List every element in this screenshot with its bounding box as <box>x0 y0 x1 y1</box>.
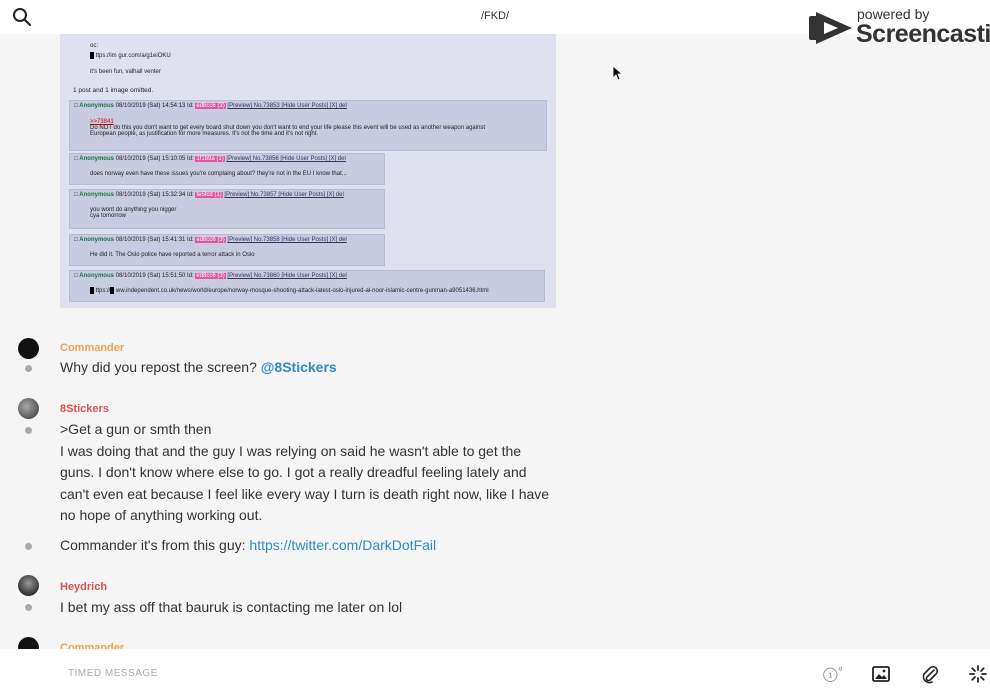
op-line: it's been fun, valhall venter <box>90 69 161 75</box>
thread-reply: □ Anonymous 08/10/2019 (Sat) 14:54:13 Id… <box>69 100 547 151</box>
attachment-icon[interactable] <box>920 664 940 684</box>
message-text: Commander it's from this guy: https://tw… <box>60 537 437 553</box>
thread-reply: □ Anonymous 08/10/2019 (Sat) 15:51:50 Id… <box>69 270 545 302</box>
op-line: ttps://im gur.com/a/g1eiOKU <box>90 52 171 59</box>
mouse-cursor-icon <box>612 65 624 81</box>
user-mention[interactable]: @8Stickers <box>261 359 337 375</box>
reply-body: does norway even have these issues you'r… <box>90 171 347 177</box>
message-text: >Get a gun or smth then I was doing that… <box>60 421 550 523</box>
thread-reply: □ Anonymous 08/10/2019 (Sat) 15:32:34 Id… <box>69 189 385 229</box>
reply-header: □ Anonymous 08/10/2019 (Sat) 15:41:31 Id… <box>74 237 347 243</box>
composer-bar: TIMED MESSAGE 1 d <box>0 649 990 700</box>
avatar[interactable] <box>18 338 39 359</box>
reply-header: □ Anonymous 08/10/2019 (Sat) 14:54:13 Id… <box>74 103 347 109</box>
op-line: oc: <box>90 43 99 49</box>
message-author[interactable]: Heydrich <box>60 581 107 593</box>
message-text: Why did you repost the screen? @8Sticker… <box>60 359 337 375</box>
reply-header: □ Anonymous 08/10/2019 (Sat) 15:10:05 Id… <box>74 156 346 162</box>
screencastify-watermark: powered by Screencastify <box>808 6 990 50</box>
reply-body: you wont do anything you nigger cya tomo… <box>90 207 177 219</box>
reply-body: He did it. The Oslo police have reported… <box>90 252 255 258</box>
message-author[interactable]: Commander <box>60 342 124 354</box>
message-link[interactable]: https://twitter.com/DarkDotFail <box>249 537 436 553</box>
reply-header: □ Anonymous 08/10/2019 (Sat) 15:51:50 Id… <box>74 273 347 279</box>
image-upload-icon[interactable] <box>871 664 891 684</box>
reply-header: □ Anonymous 08/10/2019 (Sat) 15:32:34 Id… <box>74 192 344 198</box>
avatar[interactable] <box>18 575 39 596</box>
omitted-notice: 1 post and 1 image omitted. <box>73 87 154 94</box>
timer-unit: d <box>839 667 842 673</box>
avatar[interactable] <box>18 398 39 419</box>
embedded-screenshot[interactable]: oc: ttps://im gur.com/a/g1eiOKU it's bee… <box>60 34 556 308</box>
screencastify-logo-icon <box>809 12 852 44</box>
thread-reply: □ Anonymous 08/10/2019 (Sat) 15:41:31 Id… <box>69 234 385 266</box>
reply-body: ttps:// ww.independent.co.uk/news/world/… <box>90 287 489 294</box>
message-dot <box>25 365 32 372</box>
message-dot <box>25 604 32 611</box>
timer-icon[interactable]: 1 d <box>822 664 842 684</box>
message-dot <box>25 427 32 434</box>
thread-reply: □ Anonymous 08/10/2019 (Sat) 15:10:05 Id… <box>69 153 385 185</box>
reply-body: >>73841 Do NOT do this you don't want to… <box>90 119 486 137</box>
message-author[interactable]: 8Stickers <box>60 403 109 415</box>
message-text: I bet my ass off that bauruk is contacti… <box>60 599 403 615</box>
watermark-brand-text: Screencastify <box>856 20 990 48</box>
timer-value: 1 <box>828 671 832 680</box>
loading-spinner-icon <box>969 665 987 683</box>
timed-message-input[interactable]: TIMED MESSAGE <box>68 668 158 679</box>
message-dot <box>25 543 32 550</box>
